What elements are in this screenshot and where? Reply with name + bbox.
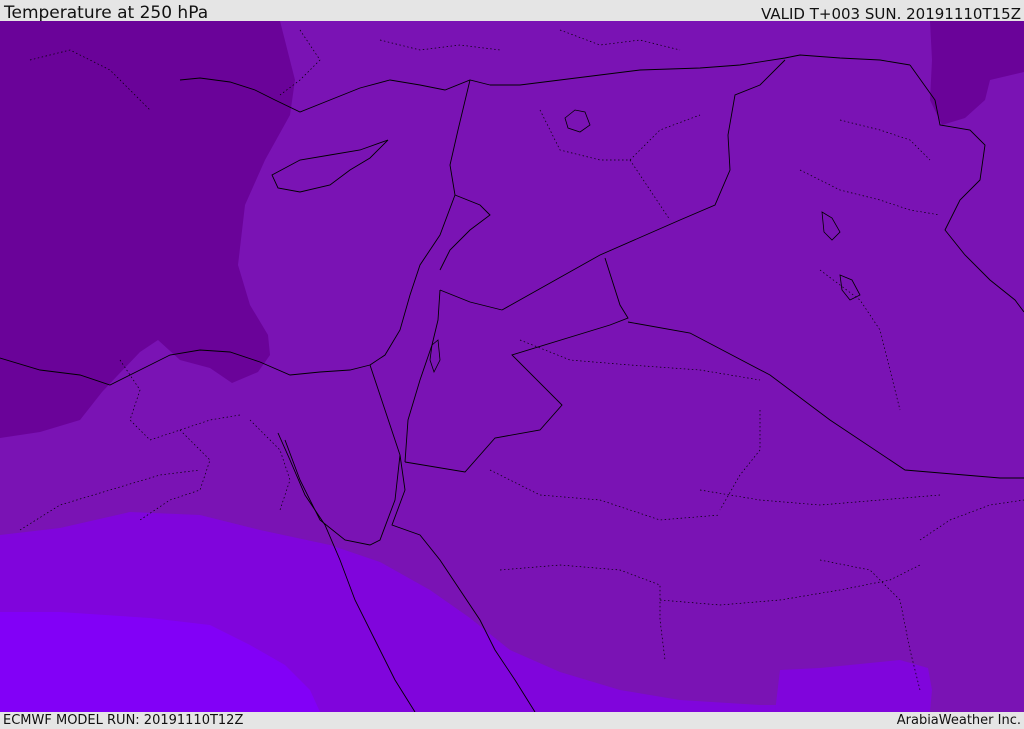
map-title: Temperature at 250 hPa bbox=[4, 3, 209, 23]
map-svg bbox=[0, 21, 1024, 712]
header-bar: Temperature at 250 hPa VALID T+003 SUN. … bbox=[0, 0, 1024, 23]
map-canvas bbox=[0, 21, 1024, 712]
credit-label: ArabiaWeather Inc. bbox=[896, 713, 1021, 728]
model-run-label: ECMWF MODEL RUN: 20191110T12Z bbox=[3, 713, 244, 728]
weather-map-frame: Temperature at 250 hPa VALID T+003 SUN. … bbox=[0, 0, 1024, 729]
footer-bar: ECMWF MODEL RUN: 20191110T12Z ArabiaWeat… bbox=[0, 712, 1024, 729]
